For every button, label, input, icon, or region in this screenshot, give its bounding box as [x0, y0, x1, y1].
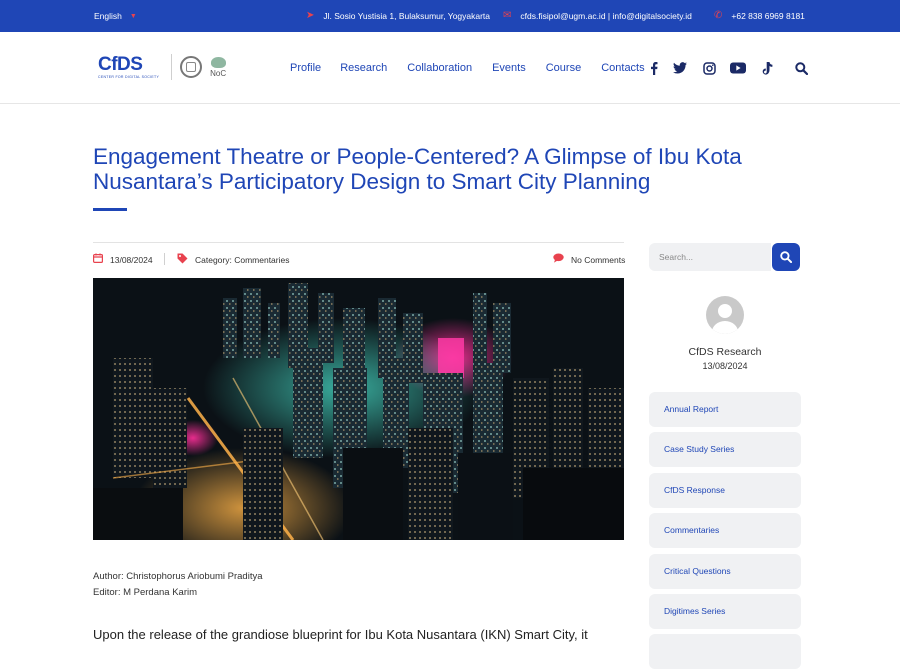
meta-divider-line	[93, 242, 624, 243]
category-case-study-series[interactable]: Case Study Series	[649, 432, 801, 467]
nav-contacts[interactable]: Contacts	[601, 62, 644, 74]
post-author: Author: Christophorus Ariobumi Praditya	[93, 571, 263, 582]
search-icon	[780, 251, 792, 263]
cfds-logo-text: CfDS	[98, 54, 143, 75]
comment-icon	[553, 253, 564, 266]
location-arrow-icon: ➤	[306, 10, 315, 21]
sidebar-author-name[interactable]: CfDS Research	[649, 346, 801, 358]
nav-research[interactable]: Research	[340, 62, 387, 74]
phone-info[interactable]: ✆ +62 838 6969 8181	[714, 10, 805, 22]
post-comments[interactable]: No Comments	[553, 253, 625, 266]
sidebar-author-date: 13/08/2024	[702, 361, 748, 371]
cfds-logo-subtitle: CENTER FOR DIGITAL SOCIETY	[98, 75, 160, 79]
envelope-icon: ✉	[503, 10, 512, 21]
language-selector[interactable]: English ▼	[94, 11, 137, 21]
post-category-text: Category: Commentaries	[195, 255, 290, 265]
avatar-body-icon	[712, 321, 738, 334]
category-digitimes-series[interactable]: Digitimes Series	[649, 594, 801, 629]
post-editor: Editor: M Perdana Karim	[93, 587, 198, 598]
tag-icon	[177, 253, 188, 267]
instagram-icon[interactable]	[701, 60, 717, 76]
sidebar-search-button[interactable]	[772, 243, 800, 271]
main-nav: Profile Research Collaboration Events Co…	[290, 62, 665, 74]
noc-text: NoC	[210, 68, 227, 78]
search-icon[interactable]	[793, 60, 809, 76]
twitter-icon[interactable]	[672, 60, 688, 76]
post-category[interactable]: Category: Commentaries	[177, 253, 289, 267]
site-logo[interactable]: CfDS CENTER FOR DIGITAL SOCIETY NoC	[98, 54, 226, 80]
category-commentaries[interactable]: Commentaries	[649, 513, 801, 548]
category-annual-report[interactable]: Annual Report	[649, 392, 801, 427]
noc-logo: NoC	[210, 56, 227, 78]
noc-leaf-icon	[210, 56, 226, 68]
nav-events[interactable]: Events	[492, 62, 526, 74]
sidebar-search-input[interactable]: Search...	[649, 243, 771, 271]
phone-text: +62 838 6969 8181	[731, 11, 805, 21]
facebook-icon[interactable]	[646, 60, 662, 76]
title-underline	[93, 208, 127, 211]
language-label: English	[94, 11, 122, 21]
post-comments-text: No Comments	[571, 254, 626, 265]
post-body-paragraph: Upon the release of the grandiose bluepr…	[93, 627, 588, 642]
email-info[interactable]: ✉ cfds.fisipol@ugm.ac.id | info@digitals…	[503, 10, 692, 22]
page-title: Engagement Theatre or People-Centered? A…	[93, 144, 742, 194]
category-next-item[interactable]	[649, 634, 801, 669]
top-bar: English ▼ ➤ Jl. Sosio Yustisia 1, Bulaks…	[0, 0, 900, 32]
nav-collaboration[interactable]: Collaboration	[407, 62, 472, 74]
phone-icon: ✆	[714, 10, 723, 21]
category-cfds-response[interactable]: CfDS Response	[649, 473, 801, 508]
featured-image	[93, 278, 624, 540]
address-info: ➤ Jl. Sosio Yustisia 1, Bulaksumur, Yogy…	[306, 10, 491, 22]
email-text: cfds.fisipol@ugm.ac.id | info@digitalsoc…	[520, 11, 692, 21]
youtube-icon[interactable]	[730, 60, 746, 76]
night-city-illustration	[93, 278, 624, 540]
site-header: CfDS CENTER FOR DIGITAL SOCIETY NoC Prof…	[0, 32, 900, 104]
logo-divider	[171, 54, 173, 80]
nav-course[interactable]: Course	[546, 62, 581, 74]
calendar-icon	[93, 253, 104, 266]
post-date-text: 13/08/2024	[110, 254, 153, 265]
post-date: 13/08/2024	[93, 253, 153, 266]
cfds-wordmark: CfDS CENTER FOR DIGITAL SOCIETY	[98, 55, 159, 79]
nav-profile[interactable]: Profile	[290, 62, 321, 74]
avatar	[706, 296, 744, 334]
tiktok-icon[interactable]	[759, 60, 775, 76]
avatar-head-icon	[718, 304, 732, 318]
address-text: Jl. Sosio Yustisia 1, Bulaksumur, Yogyak…	[323, 11, 491, 21]
university-seal-icon	[180, 56, 203, 78]
chevron-down-icon: ▼	[129, 12, 137, 20]
category-critical-questions[interactable]: Critical Questions	[649, 554, 801, 589]
meta-separator	[164, 253, 165, 265]
